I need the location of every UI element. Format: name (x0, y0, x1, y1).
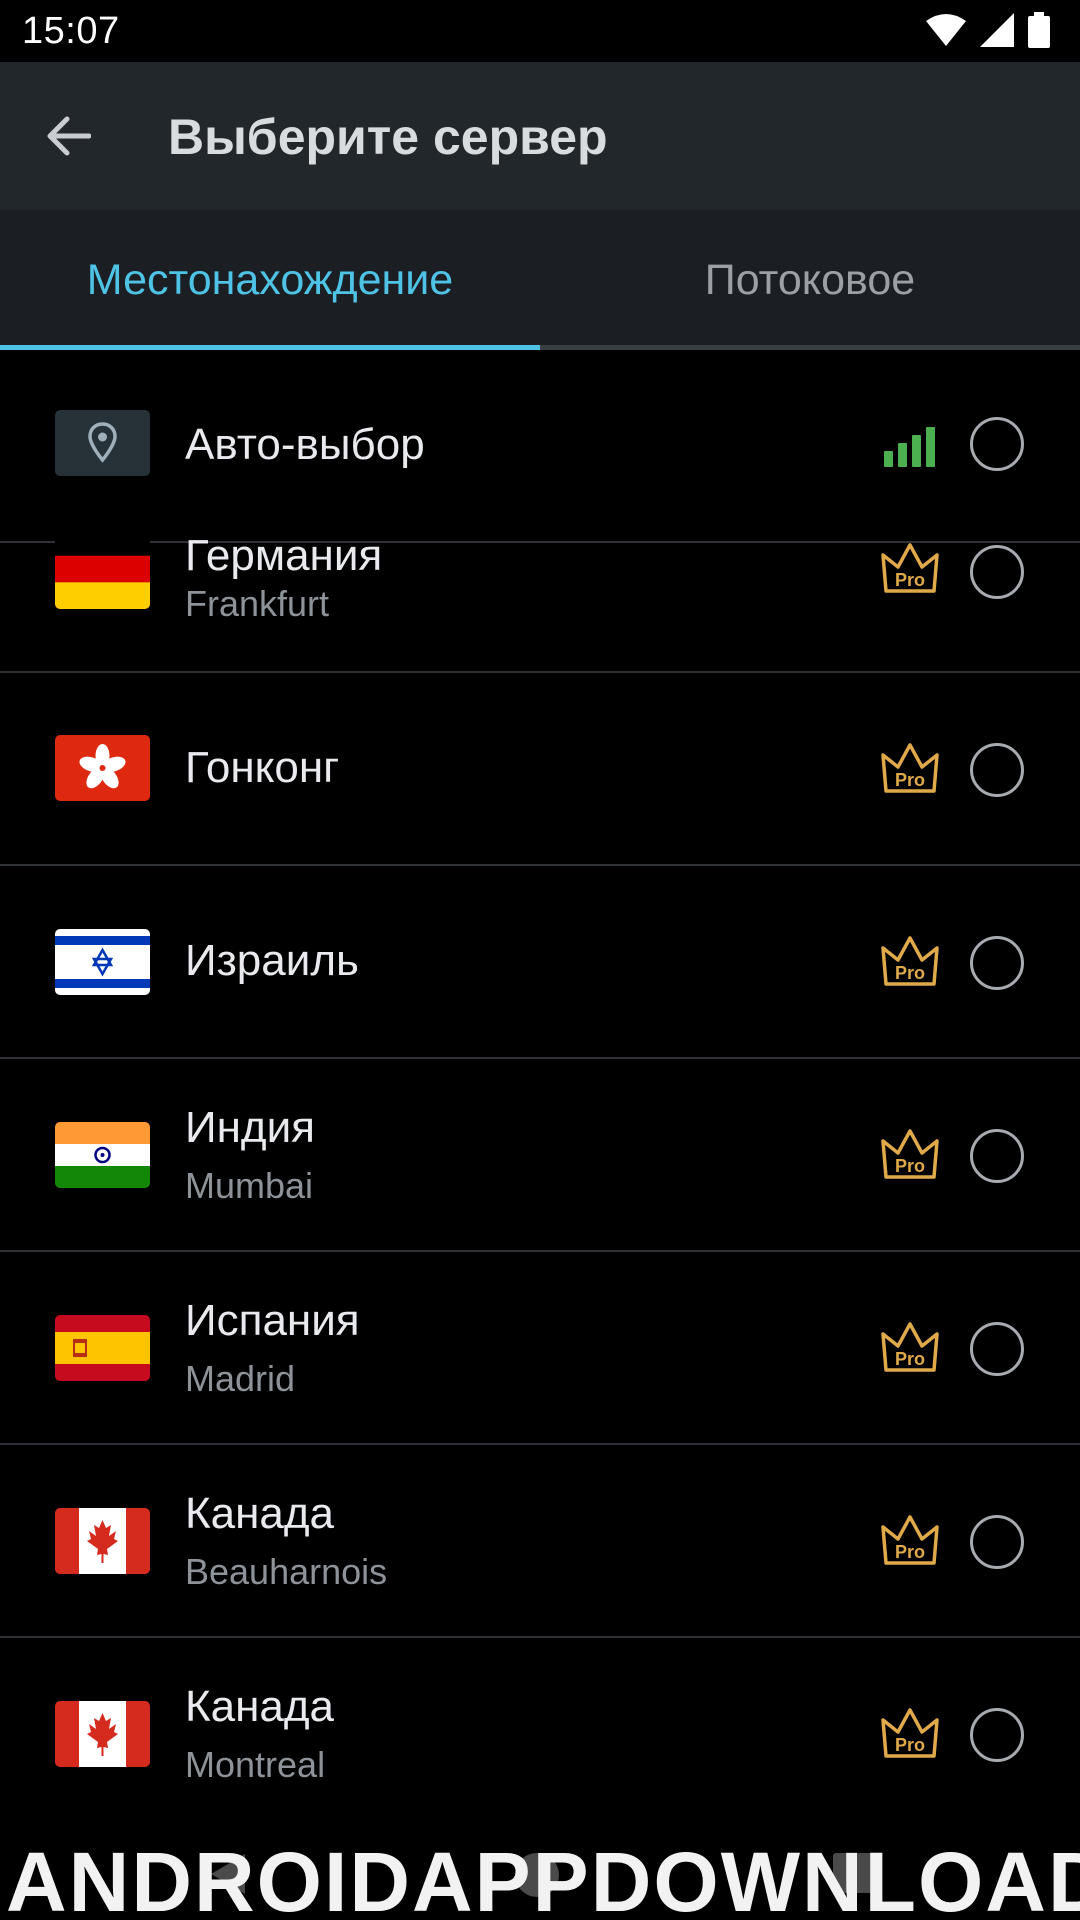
watermark-bar: ANDROIDAPPDOWNLOAD.L (0, 1830, 1080, 1920)
server-row-hong-kong[interactable]: Гонконг Pro (0, 673, 1080, 866)
pro-label: Pro (895, 570, 925, 590)
pro-crown-icon: Pro (880, 1706, 940, 1760)
hong-kong-flag-icon (55, 735, 150, 801)
battery-icon (1028, 12, 1050, 48)
pro-label: Pro (895, 1349, 925, 1369)
server-country: Гонконг (185, 743, 340, 792)
tab-bar: Местонахождение Потоковое (0, 210, 1080, 350)
pro-label: Pro (895, 770, 925, 790)
pro-crown-icon: Pro (880, 1127, 940, 1181)
server-country: Германия (185, 531, 383, 580)
server-country: Израиль (185, 936, 359, 985)
status-time: 15:07 (22, 10, 120, 52)
server-country: Канада (185, 1682, 335, 1731)
arrow-left-icon (47, 116, 91, 156)
pro-crown-icon: Pro (880, 1320, 940, 1374)
israel-flag-icon (55, 929, 150, 995)
radio-button[interactable] (970, 545, 1024, 599)
server-city: Beauharnois (185, 1551, 388, 1592)
pro-label: Pro (895, 1542, 925, 1562)
server-country: Канада (185, 1489, 335, 1538)
server-country: Индия (185, 1103, 316, 1152)
server-city: Montreal (185, 1744, 326, 1785)
spain-flag-icon (55, 1315, 150, 1381)
signal-strength-icon (884, 425, 935, 467)
pro-crown-icon: Pro (880, 541, 940, 595)
server-city: Frankfurt (185, 583, 330, 624)
server-city: Mumbai (185, 1165, 314, 1206)
radio-button[interactable] (970, 743, 1024, 797)
server-list[interactable]: Авто-выбор Германия Frankfurt Pro Гонкон… (0, 350, 1080, 1830)
server-country: Авто-выбор (185, 420, 425, 469)
location-pin-icon (55, 410, 150, 476)
radio-button[interactable] (970, 1129, 1024, 1183)
status-icons (926, 12, 1050, 48)
server-row-india[interactable]: Индия Mumbai Pro (0, 1059, 1080, 1252)
radio-button[interactable] (970, 417, 1024, 471)
pro-label: Pro (895, 1156, 925, 1176)
india-flag-icon (55, 1122, 150, 1188)
pro-label: Pro (895, 963, 925, 983)
pro-label: Pro (895, 1735, 925, 1755)
tab-location[interactable]: Местонахождение (0, 210, 540, 350)
radio-button[interactable] (970, 936, 1024, 990)
germany-flag-icon (55, 529, 150, 609)
radio-button[interactable] (970, 1322, 1024, 1376)
server-country: Испания (185, 1296, 360, 1345)
pro-crown-icon: Pro (880, 1513, 940, 1567)
server-row-spain[interactable]: Испания Madrid Pro (0, 1252, 1080, 1445)
server-row-israel[interactable]: Израиль Pro (0, 866, 1080, 1059)
radio-button[interactable] (970, 1708, 1024, 1762)
app-bar: Выберите сервер (0, 62, 1080, 210)
radio-button[interactable] (970, 1515, 1024, 1569)
cell-signal-icon (980, 13, 1014, 47)
canada-flag-icon (55, 1508, 150, 1574)
server-row-auto[interactable]: Авто-выбор (0, 350, 1080, 543)
server-row-canada-beauharnois[interactable]: Канада Beauharnois Pro (0, 1445, 1080, 1638)
server-city: Madrid (185, 1358, 296, 1399)
page-title: Выберите сервер (168, 109, 608, 165)
server-row-germany[interactable]: Германия Frankfurt Pro (0, 529, 1080, 673)
wifi-icon (926, 14, 966, 46)
server-row-canada-montreal[interactable]: Канада Montreal Pro (0, 1638, 1080, 1830)
watermark-text: ANDROIDAPPDOWNLOAD.L (6, 1835, 1080, 1920)
tab-streaming[interactable]: Потоковое (540, 210, 1080, 350)
status-bar: 15:07 (0, 0, 1080, 62)
back-button[interactable] (30, 98, 106, 174)
canada-flag-icon (55, 1701, 150, 1767)
pro-crown-icon: Pro (880, 934, 940, 988)
pro-crown-icon: Pro (880, 741, 940, 795)
